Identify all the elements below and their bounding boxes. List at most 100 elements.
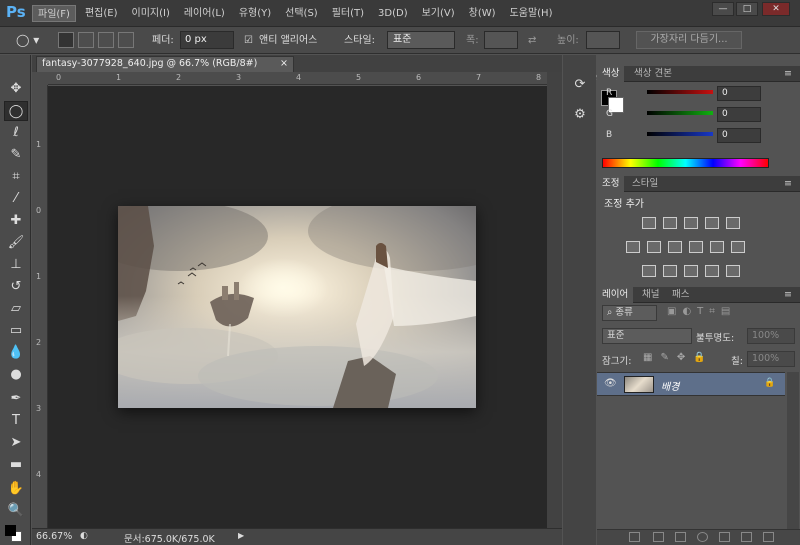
- status-info-icon[interactable]: ◐: [80, 531, 88, 541]
- close-tab-icon[interactable]: ×: [280, 57, 288, 71]
- add-mask-icon[interactable]: [675, 532, 686, 542]
- zoom-level[interactable]: 66.67%: [36, 531, 72, 542]
- lasso-tool-icon[interactable]: ℓ: [4, 123, 28, 143]
- new-group-icon[interactable]: [719, 532, 730, 542]
- menu-item-2[interactable]: 이미지(I): [127, 5, 175, 22]
- feather-input[interactable]: 0 px: [180, 31, 234, 49]
- gradient-tool-icon[interactable]: ▭: [4, 321, 28, 341]
- opacity-input[interactable]: 100%: [747, 328, 795, 344]
- status-menu-arrow-icon[interactable]: ▶: [238, 531, 244, 540]
- layer-name[interactable]: 배경: [661, 378, 679, 393]
- blend-mode-select[interactable]: 표준: [602, 328, 692, 344]
- channel-slider[interactable]: [647, 90, 713, 94]
- menu-item-5[interactable]: 선택(S): [280, 5, 323, 22]
- subtract-selection-icon[interactable]: [98, 32, 114, 48]
- history-brush-tool-icon[interactable]: ↺: [4, 277, 28, 297]
- channel-value-input[interactable]: 0: [717, 128, 761, 143]
- move-tool-icon[interactable]: ✥: [4, 79, 28, 99]
- menu-item-1[interactable]: 편집(E): [80, 5, 123, 22]
- antialias-checkbox[interactable]: ☑: [244, 32, 253, 49]
- document-tab[interactable]: fantasy-3077928_640.jpg @ 66.7% (RGB/8#)…: [36, 56, 294, 72]
- adjustment-icon[interactable]: [726, 217, 740, 229]
- tab-channels[interactable]: 채널: [637, 287, 664, 303]
- tab-paths[interactable]: 패스: [667, 287, 694, 303]
- document-image[interactable]: [118, 206, 476, 408]
- link-layers-icon[interactable]: [629, 532, 640, 542]
- pen-tool-icon[interactable]: ✒: [4, 389, 28, 409]
- panel-menu-icon[interactable]: ≡: [779, 287, 797, 303]
- tab-adjustments[interactable]: 조정: [597, 176, 625, 192]
- lock-icons[interactable]: ▦✎✥🔒: [643, 352, 714, 363]
- channel-slider[interactable]: [647, 132, 713, 136]
- rectangle-tool-icon[interactable]: ▬: [4, 455, 28, 475]
- tab-styles[interactable]: 스타일: [627, 176, 663, 192]
- crop-tool-icon[interactable]: ⌗: [4, 167, 28, 187]
- height-input[interactable]: [586, 31, 620, 49]
- tab-layers[interactable]: 레이어: [597, 287, 634, 303]
- panel-menu-icon[interactable]: ≡: [779, 176, 797, 192]
- add-selection-icon[interactable]: [78, 32, 94, 48]
- adjustment-icon[interactable]: [726, 265, 740, 277]
- properties-panel-icon[interactable]: ⚙: [569, 107, 591, 127]
- layer-filter-icons[interactable]: ▣◐T⌗▤: [667, 306, 736, 317]
- brush-tool-icon[interactable]: 🖌: [4, 233, 28, 253]
- layer-row-background[interactable]: 👁 배경 🔒: [597, 372, 785, 396]
- intersect-selection-icon[interactable]: [118, 32, 134, 48]
- refine-edge-button[interactable]: 가장자리 다듬기...: [636, 31, 742, 49]
- menu-item-0[interactable]: 파일(F): [32, 5, 76, 22]
- adjustment-icon[interactable]: [663, 265, 677, 277]
- canvas-area[interactable]: [48, 86, 547, 528]
- adjustment-icon[interactable]: [710, 241, 724, 253]
- close-button[interactable]: ✕: [762, 2, 790, 16]
- menu-item-7[interactable]: 3D(D): [373, 5, 413, 22]
- channel-value-input[interactable]: 0: [717, 107, 761, 122]
- adjustment-icon[interactable]: [626, 241, 640, 253]
- marquee-tool-icon[interactable]: ◯: [4, 101, 28, 121]
- style-select[interactable]: 표준: [387, 31, 455, 49]
- adjustment-icon[interactable]: [705, 217, 719, 229]
- dodge-tool-icon[interactable]: ●: [4, 365, 28, 385]
- menu-item-4[interactable]: 유형(Y): [234, 5, 276, 22]
- blur-tool-icon[interactable]: 💧: [4, 343, 28, 363]
- adjustment-icon[interactable]: [663, 217, 677, 229]
- maximize-button[interactable]: □: [736, 2, 758, 16]
- menu-item-3[interactable]: 레이어(L): [179, 5, 230, 22]
- clone-stamp-tool-icon[interactable]: ⊥: [4, 255, 28, 275]
- menu-item-9[interactable]: 창(W): [464, 5, 501, 22]
- layers-scrollbar[interactable]: [787, 372, 799, 529]
- width-input[interactable]: [484, 31, 518, 49]
- adjustment-icon[interactable]: [705, 265, 719, 277]
- swap-icon[interactable]: ⇄: [528, 32, 536, 49]
- menu-item-10[interactable]: 도움말(H): [505, 5, 558, 22]
- adjustment-icon[interactable]: [642, 265, 656, 277]
- adjustment-icon[interactable]: [647, 241, 661, 253]
- delete-layer-icon[interactable]: [763, 532, 774, 542]
- visibility-eye-icon[interactable]: 👁: [604, 378, 617, 389]
- history-panel-icon[interactable]: ⟳: [569, 77, 591, 97]
- tab-color[interactable]: 색상: [597, 66, 625, 82]
- quick-select-tool-icon[interactable]: ✎: [4, 145, 28, 165]
- new-selection-icon[interactable]: [58, 32, 74, 48]
- hand-tool-icon[interactable]: ✋: [4, 479, 28, 499]
- adjustment-icon[interactable]: [684, 265, 698, 277]
- adjustment-icon[interactable]: [731, 241, 745, 253]
- channel-slider[interactable]: [647, 111, 713, 115]
- color-spectrum[interactable]: [602, 158, 769, 168]
- tab-swatches[interactable]: 색상 견본: [629, 66, 677, 82]
- menu-item-6[interactable]: 필터(T): [327, 5, 369, 22]
- zoom-tool-icon[interactable]: 🔍: [4, 501, 28, 521]
- adjustment-icon[interactable]: [689, 241, 703, 253]
- new-layer-icon[interactable]: [741, 532, 752, 542]
- adjustment-icon[interactable]: [684, 217, 698, 229]
- eraser-tool-icon[interactable]: ▱: [4, 299, 28, 319]
- channel-value-input[interactable]: 0: [717, 86, 761, 101]
- fx-icon[interactable]: [653, 532, 664, 542]
- adjustment-icon[interactable]: [642, 217, 656, 229]
- panel-menu-icon[interactable]: ≡: [779, 66, 797, 82]
- elliptical-marquee-icon[interactable]: ◯ ▾: [16, 32, 39, 49]
- type-tool-icon[interactable]: T: [4, 411, 28, 431]
- adjustment-icon[interactable]: [668, 241, 682, 253]
- eyedropper-tool-icon[interactable]: ⁄: [4, 189, 28, 209]
- healing-brush-tool-icon[interactable]: ✚: [4, 211, 28, 231]
- minimize-button[interactable]: —: [712, 2, 734, 16]
